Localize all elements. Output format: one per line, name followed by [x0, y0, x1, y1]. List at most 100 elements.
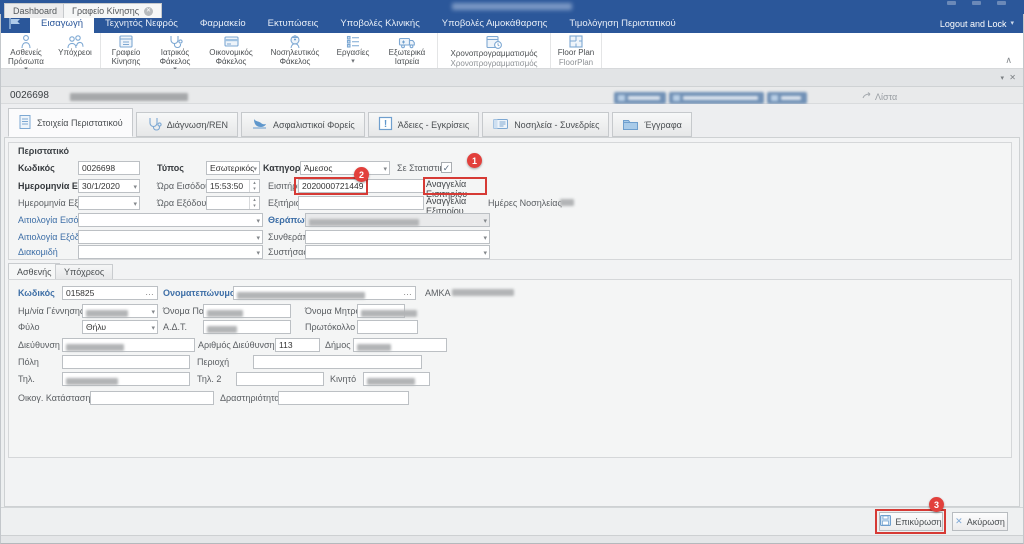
dimos-input[interactable]	[353, 338, 447, 352]
imerominia-exodou-input[interactable]: ▾	[78, 196, 140, 210]
insurance-icon	[251, 116, 268, 133]
iatrikos-fakelos-button[interactable]: Ιατρικός Φάκελος ▾	[150, 33, 200, 73]
adt-redacted	[207, 326, 237, 333]
katigoria-select[interactable]: Άμεσος▾	[300, 161, 390, 175]
tab-stoixeia-peristatikou[interactable]: Στοιχεία Περιστατικού	[8, 108, 133, 137]
patients-persons-button[interactable]: Ασθενείς Πρόσωπα ▾	[1, 33, 51, 73]
adt-input[interactable]	[203, 320, 291, 334]
ribbon-group-prosopa: Ασθενείς Πρόσωπα ▾ Υπόχρεοι Πρόσωπα	[0, 33, 101, 68]
redacted-action-button[interactable]	[767, 92, 807, 104]
redacted-action-button[interactable]	[669, 92, 764, 104]
ribbon-tab-farmakeio[interactable]: Φαρμακείο	[189, 14, 257, 33]
grafeio-kinisis-button[interactable]: Γραφείο Κίνησης	[102, 33, 150, 66]
amka-redacted	[452, 289, 514, 296]
ypoxreoi-button[interactable]: Υπόχρεοι	[51, 33, 99, 58]
dieythynsi-label: Διεύθυνση	[18, 338, 60, 352]
til2-input[interactable]	[236, 372, 324, 386]
incident-id: 0026698	[10, 90, 49, 101]
tab-grafeio-kinisis[interactable]: Γραφείο Κίνησης ✕	[63, 3, 162, 18]
anaggelia-exitiriou-button[interactable]: Αναγγελία Εξιτηρίου	[426, 196, 484, 210]
typos-select[interactable]: Εσωτερικός▾	[206, 161, 260, 175]
stethoscope-icon	[146, 116, 162, 134]
spinner-icon[interactable]: ▴▾	[249, 180, 259, 192]
chevron-down-icon: ▾	[151, 323, 155, 335]
poli-input[interactable]	[62, 355, 190, 369]
mitros-input[interactable]	[357, 304, 405, 318]
tab-diagnosi-ren[interactable]: Διάγνωση/REN	[136, 112, 238, 137]
patient-kodikos-input[interactable]: 015825…	[62, 286, 158, 300]
tab-nosileia-synedries[interactable]: Νοσηλεία - Συνεδρίες	[482, 112, 609, 137]
diakomidi-select[interactable]: ▾	[78, 245, 263, 259]
kinito-input[interactable]	[363, 372, 430, 386]
aitiologia-exodou-select[interactable]: ▾	[78, 230, 263, 244]
tab-ypoxreos[interactable]: Υπόχρεος	[55, 264, 113, 280]
gennisi-label: Ημ/νία Γέννησης	[18, 304, 84, 318]
arithmos-input[interactable]: 113	[275, 338, 320, 352]
gennisi-select[interactable]: ▾	[82, 304, 158, 318]
diakomidi-label: Διακομιδή	[18, 245, 58, 259]
ergasies-button[interactable]: Εργασίες ▾	[328, 33, 378, 65]
exoterika-iatreia-button[interactable]: Εξωτερικά Ιατρεία	[378, 33, 436, 66]
exitirio-input[interactable]	[298, 196, 424, 210]
tab-scroll-down-icon[interactable]: ▾	[1000, 74, 1004, 82]
ribbon-tab-timologisi[interactable]: Τιμολόγηση Περιστατικού	[558, 14, 686, 33]
ora-exodou-input[interactable]: ▴▾	[206, 196, 260, 210]
floor-plan-icon	[568, 34, 584, 49]
ellipsis-lookup-icon[interactable]: …	[145, 286, 155, 298]
tab-adeies-egkriseis[interactable]: ! Άδειες - Εγκρίσεις	[368, 112, 479, 137]
lista-button[interactable]: Λίστα	[862, 92, 897, 102]
floor-plan-button[interactable]: Floor Plan	[552, 33, 600, 58]
tab-dashboard[interactable]: Dashboard	[4, 3, 66, 18]
nurse-icon	[287, 34, 303, 49]
kodikos-input[interactable]: 0026698	[78, 161, 140, 175]
ribbon: Ασθενείς Πρόσωπα ▾ Υπόχρεοι Πρόσωπα Γραφ…	[0, 33, 1024, 69]
typos-label: Τύπος	[157, 161, 184, 175]
tab-asfalistikoi-foreis[interactable]: Ασφαλιστικοί Φορείς	[241, 112, 365, 137]
annotation-rect-3	[875, 509, 946, 534]
therapon-select[interactable]: ▾	[305, 213, 490, 227]
onomateponymo-redacted	[237, 292, 365, 299]
collapse-ribbon-icon[interactable]: ∧	[1005, 55, 1012, 66]
oikog-katastasi-input[interactable]	[90, 391, 214, 405]
tabstrip-close-icon[interactable]: ✕	[1009, 73, 1016, 82]
oikonomikos-fakelos-button[interactable]: Οικονομικός Φάκελος	[200, 33, 262, 66]
ellipsis-lookup-icon[interactable]: …	[403, 286, 413, 298]
chevron-down-icon: ▾	[151, 307, 155, 319]
perioxi-input[interactable]	[253, 355, 422, 369]
akyrosi-button[interactable]: ✕ Ακύρωση	[952, 512, 1008, 531]
tab-asthenis[interactable]: Ασθενής	[8, 263, 60, 280]
titlebar-icon[interactable]	[972, 1, 981, 5]
window-title-redacted	[452, 3, 572, 10]
ribbon-group-floorplan: Floor Plan FloorPlan	[551, 33, 602, 68]
logout-and-lock-button[interactable]: Logout and Lock ▾	[930, 14, 1024, 33]
ribbon-tab-ypovoles-aimokatharsis[interactable]: Υποβολές Αιμοκάθαρσης	[431, 14, 559, 33]
statistiki-checkbox[interactable]: ✓	[441, 162, 452, 173]
tab-eggrafa[interactable]: Έγγραφα	[612, 112, 691, 137]
imeres-nosileias-label: Ημέρες Νοσηλείας	[488, 196, 562, 210]
kinito-label: Κινητό	[330, 372, 356, 386]
drastiriotita-input[interactable]	[278, 391, 409, 405]
logout-label: Logout and Lock	[940, 19, 1007, 29]
ribbon-tab-ektyposeis[interactable]: Εκτυπώσεις	[257, 14, 330, 33]
close-tab-icon[interactable]: ✕	[144, 7, 153, 16]
protokollo-input[interactable]	[357, 320, 418, 334]
imerominia-eisodou-input[interactable]: 30/1/2020▾	[78, 179, 140, 193]
stethoscope-icon	[167, 34, 183, 49]
ribbon-tab-ypovoles-klinikis[interactable]: Υποβολές Κλινικής	[329, 14, 430, 33]
xronoprogrammatismos-button[interactable]: Χρονοπρογραμματισμός	[439, 33, 549, 59]
chevron-down-icon: ▾	[483, 248, 487, 260]
ora-eisodou-input[interactable]: 15:53:50▴▾	[206, 179, 260, 193]
spinner-icon[interactable]: ▴▾	[249, 197, 259, 209]
titlebar-icon[interactable]	[997, 1, 1006, 5]
onomateponymo-input[interactable]: …	[233, 286, 416, 300]
syntherapon-select[interactable]: ▾	[305, 230, 490, 244]
fylo-select[interactable]: Θήλυ▾	[82, 320, 158, 334]
titlebar-icon[interactable]	[947, 1, 956, 5]
patros-input[interactable]	[203, 304, 291, 318]
systisas-select[interactable]: ▾	[305, 245, 490, 259]
dieythynsi-input[interactable]	[62, 338, 195, 352]
nosileytikos-fakelos-button[interactable]: Νοσηλευτικός Φάκελος	[262, 33, 328, 66]
til-input[interactable]	[62, 372, 190, 386]
redacted-action-button[interactable]	[614, 92, 666, 104]
aitiologia-eisodou-select[interactable]: ▾	[78, 213, 263, 227]
